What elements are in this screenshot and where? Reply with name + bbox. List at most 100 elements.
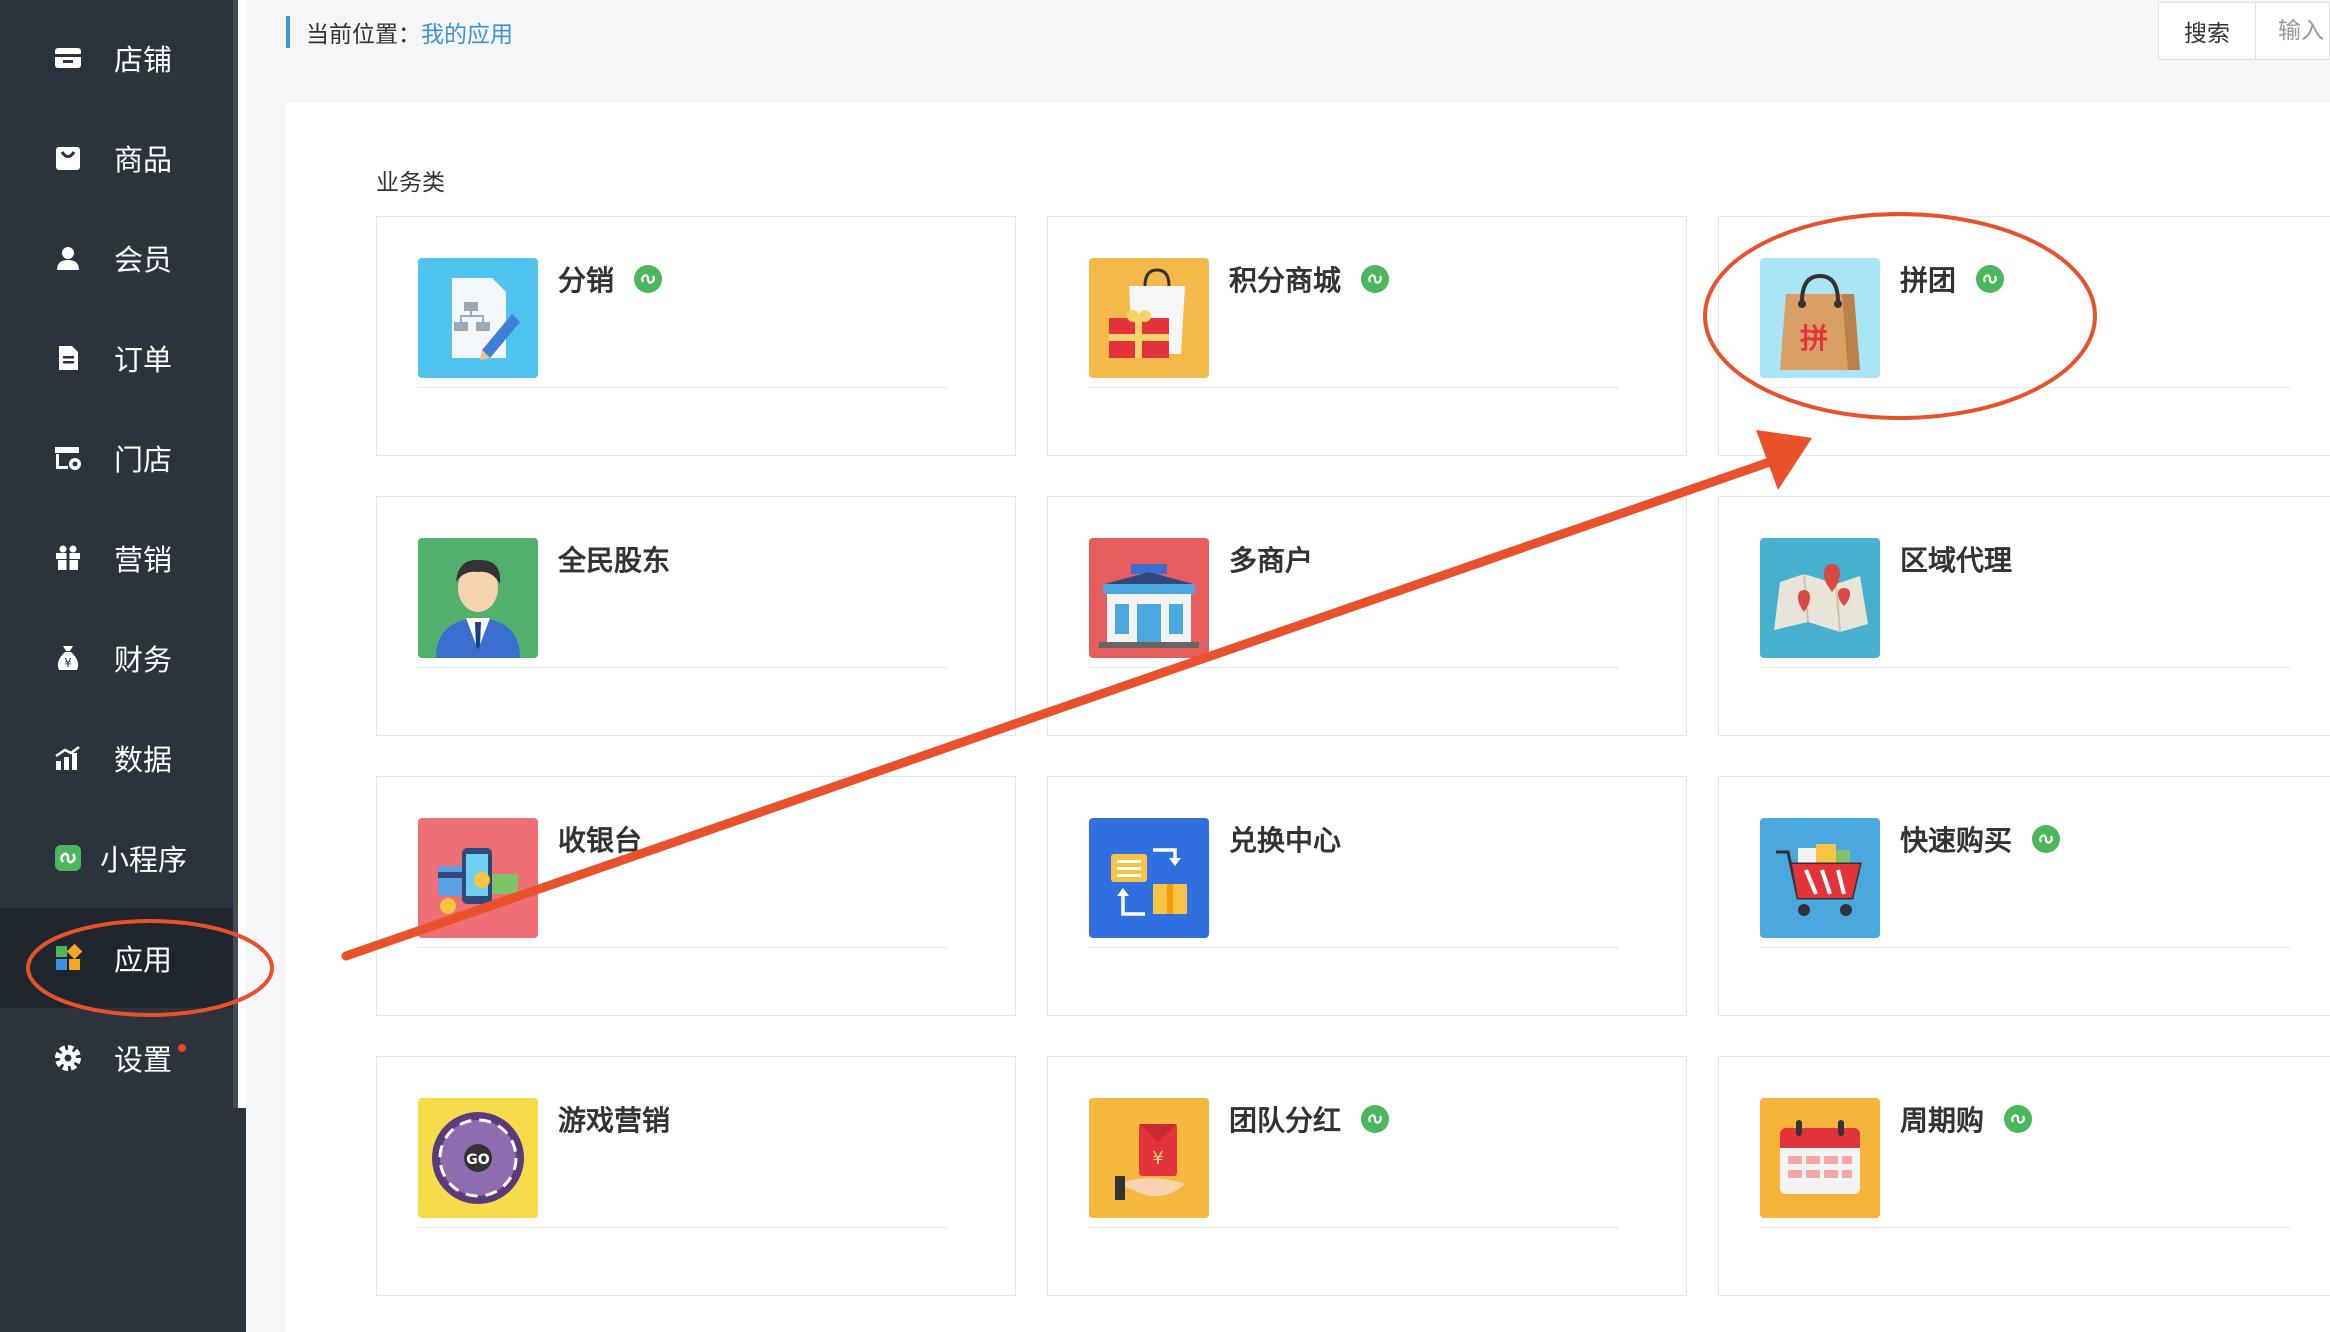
svg-text:¥: ¥: [64, 656, 72, 670]
app-name: 快速购买: [1900, 819, 2061, 859]
card-divider: [1089, 387, 1619, 388]
cashier-icon: [418, 818, 538, 938]
svg-text:GO: GO: [466, 1152, 489, 1168]
app-name: 团队分红: [1229, 1099, 1390, 1139]
card-divider: [1089, 947, 1619, 948]
app-card-shareholder[interactable]: 全民股东: [376, 496, 1016, 736]
sidebar-item-mini-program[interactable]: 小程序: [0, 808, 233, 908]
svg-text:拼: 拼: [1800, 322, 1828, 355]
app-name: 多商户: [1229, 544, 1314, 577]
svg-text:¥: ¥: [1152, 1148, 1163, 1169]
app-name: 全民股东: [558, 544, 671, 577]
breadcrumb: 当前位置：我的应用: [306, 15, 513, 49]
user-icon: [52, 242, 84, 274]
app-name: 区域代理: [1900, 544, 2013, 577]
app-card-points-mall[interactable]: 积分商城: [1047, 216, 1687, 456]
app-card-multi-merchant[interactable]: 多商户: [1047, 496, 1687, 736]
sidebar-item-order[interactable]: 订单: [0, 308, 233, 408]
card-divider: [418, 387, 948, 388]
app-card-exchange-center[interactable]: 兑换中心: [1047, 776, 1687, 1016]
mini-program-badge-icon: [1361, 1105, 1390, 1133]
mini-program-badge-icon: [2032, 825, 2061, 853]
app-card-group-buy[interactable]: 拼 拼团: [1718, 216, 2330, 456]
mini-program-badge-icon: [1361, 265, 1390, 293]
card-divider: [418, 947, 948, 948]
sidebar-item-store[interactable]: 店铺: [0, 8, 233, 108]
sidebar-item-goods[interactable]: 商品: [0, 108, 233, 208]
card-divider: [418, 667, 948, 668]
periodic-purchase-icon: [1760, 1098, 1880, 1218]
sidebar-item-apps[interactable]: 应用: [0, 908, 233, 1008]
distribution-icon: [418, 258, 538, 378]
breadcrumb-prefix: 当前位置：: [306, 22, 421, 48]
sidebar-item-label: 应用: [114, 943, 173, 977]
card-divider: [1760, 387, 2290, 388]
points-mall-icon: [1089, 258, 1209, 378]
shareholder-icon: [418, 538, 538, 658]
sidebar-item-label: 订单: [114, 343, 173, 377]
sidebar-item-label: 会员: [114, 243, 173, 277]
sidebar-item-settings[interactable]: 设置: [0, 1008, 233, 1108]
app-card-regional-agent[interactable]: 区域代理: [1718, 496, 2330, 736]
shopping-bag-icon: [52, 142, 84, 174]
breadcrumb-current-link[interactable]: 我的应用: [421, 22, 513, 48]
card-divider: [1089, 1227, 1619, 1228]
mini-program-badge-icon: [634, 265, 663, 293]
sidebar-scrollbar-thumb[interactable]: [238, 0, 246, 1108]
money-bag-icon: ¥: [52, 642, 84, 674]
bar-chart-icon: [52, 742, 84, 774]
team-dividend-icon: ¥: [1089, 1098, 1209, 1218]
sidebar-item-finance[interactable]: ¥ 财务: [0, 608, 233, 708]
app-card-periodic-purchase[interactable]: 周期购: [1718, 1056, 2330, 1296]
app-name: 积分商城: [1229, 259, 1390, 299]
card-divider: [418, 1227, 948, 1228]
group-buy-icon: 拼: [1760, 258, 1880, 378]
sidebar-item-label: 设置: [114, 1043, 173, 1077]
sidebar-item-label: 小程序: [100, 843, 188, 877]
gift-icon: [52, 542, 84, 574]
card-divider: [1089, 667, 1619, 668]
regional-agent-icon: [1760, 538, 1880, 658]
card-divider: [1760, 667, 2290, 668]
app-name: 周期购: [1900, 1099, 2033, 1139]
app-name: 收银台: [558, 824, 643, 857]
sidebar-item-label: 营销: [114, 543, 173, 577]
mini-program-badge-icon: [1976, 265, 2005, 293]
app-card-distribution[interactable]: 分销: [376, 216, 1016, 456]
app-list-panel: 业务类 分销 积分商城 拼 拼团 全民股东 多商户 区域代理 收银台 兑换中心 …: [286, 103, 2330, 1332]
top-bar: 当前位置：我的应用 搜索: [246, 0, 2330, 100]
sidebar-item-marketing[interactable]: 营销: [0, 508, 233, 608]
section-title: 业务类: [376, 170, 445, 196]
mini-program-icon: [52, 842, 84, 874]
apps-grid-icon: [52, 942, 84, 974]
sidebar-item-data[interactable]: 数据: [0, 708, 233, 808]
gear-icon: [52, 1042, 84, 1074]
search-input[interactable]: [2256, 2, 2330, 60]
sidebar-item-member[interactable]: 会员: [0, 208, 233, 308]
card-divider: [1760, 947, 2290, 948]
app-card-cashier[interactable]: 收银台: [376, 776, 1016, 1016]
sidebar-item-label: 商品: [114, 143, 173, 177]
search-button[interactable]: 搜索: [2158, 2, 2256, 60]
sidebar: 店铺 商品 会员 订单 门店 营销 ¥ 财务 数据 小程序 应用 设置: [0, 0, 246, 1332]
sidebar-item-label: 数据: [114, 743, 173, 777]
exchange-center-icon: [1089, 818, 1209, 938]
game-marketing-icon: GO: [418, 1098, 538, 1218]
breadcrumb-marker: [286, 16, 290, 48]
quick-buy-icon: [1760, 818, 1880, 938]
store-icon: [52, 42, 84, 74]
notification-dot: [178, 1044, 186, 1052]
app-name: 拼团: [1900, 259, 2005, 299]
app-name: 分销: [558, 259, 663, 299]
document-icon: [52, 342, 84, 374]
mini-program-badge-icon: [2004, 1105, 2033, 1133]
sidebar-item-label: 店铺: [114, 43, 173, 77]
sidebar-item-shop[interactable]: 门店: [0, 408, 233, 508]
sidebar-item-label: 财务: [114, 643, 173, 677]
card-divider: [1760, 1227, 2290, 1228]
app-card-quick-buy[interactable]: 快速购买: [1718, 776, 2330, 1016]
sidebar-item-label: 门店: [114, 443, 173, 477]
multi-merchant-icon: [1089, 538, 1209, 658]
app-card-game-marketing[interactable]: GO 游戏营销: [376, 1056, 1016, 1296]
app-card-team-dividend[interactable]: ¥ 团队分红: [1047, 1056, 1687, 1296]
